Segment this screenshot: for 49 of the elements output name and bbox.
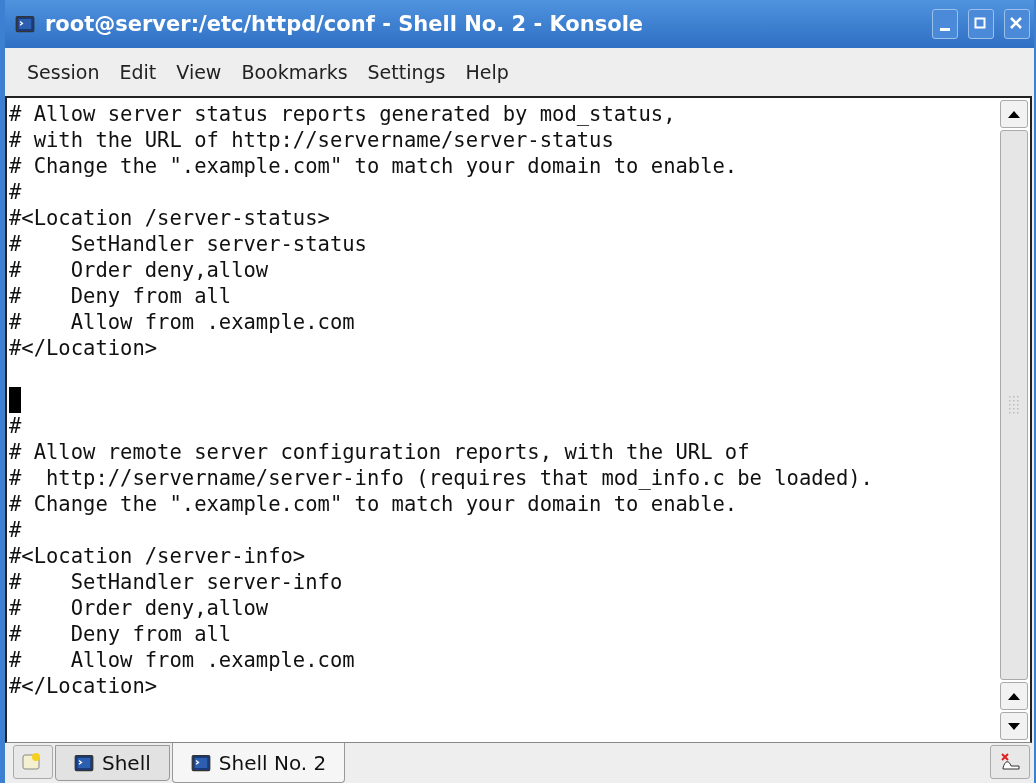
down-arrow-icon	[1008, 722, 1020, 730]
terminal-line: # SetHandler server-info	[9, 570, 343, 594]
close-button[interactable]	[1004, 9, 1030, 39]
terminal-line: # Allow remote server configuration reports, with the URL of	[9, 440, 750, 464]
scroll-down-button[interactable]	[1000, 712, 1028, 740]
menu-item[interactable]: View	[168, 57, 230, 87]
terminal-line: #	[9, 180, 22, 204]
close-icon	[1010, 17, 1024, 31]
scroll-up-button[interactable]	[1000, 100, 1028, 128]
tab[interactable]: Shell	[55, 745, 170, 781]
terminal-line: # Deny from all	[9, 622, 232, 646]
terminal-line: #	[9, 414, 22, 438]
window-title: root@server:/etc/httpd/conf - Shell No. 2 - Konsole	[45, 12, 645, 36]
terminal-line: # Allow server status reports generated by mod_status,	[9, 102, 676, 126]
terminal-line: # http://servername/server-info (requires that mod_info.c be loaded).	[9, 466, 873, 490]
maximize-button[interactable]	[968, 9, 994, 39]
up-arrow-icon	[1008, 692, 1020, 700]
menu-item[interactable]: Help	[457, 57, 517, 87]
terminal-line: # Order deny,allow	[9, 596, 269, 620]
menu-item[interactable]: Edit	[111, 57, 165, 87]
terminal-line: # with the URL of http://servername/server-status	[9, 128, 614, 152]
menu-item[interactable]: Settings	[359, 57, 454, 87]
scroll-up-button[interactable]	[1000, 682, 1028, 710]
text-cursor	[9, 387, 21, 413]
terminal-line: #</Location>	[9, 674, 158, 698]
terminal-line: # Change the ".example.com" to match your domain to enable.	[9, 492, 738, 516]
terminal-line: # Deny from all	[9, 284, 232, 308]
close-tab-icon	[999, 752, 1021, 772]
close-tab-button[interactable]	[990, 745, 1030, 779]
minimize-icon	[940, 27, 950, 31]
terminal-line: # Change the ".example.com" to match your domain to enable.	[9, 154, 738, 178]
terminal-line: #<Location /server-info>	[9, 544, 306, 568]
up-arrow-icon	[1008, 110, 1020, 118]
terminal-line: # Allow from .example.com	[9, 310, 355, 334]
terminal-icon	[190, 752, 211, 773]
terminal-line: # SetHandler server-status	[9, 232, 367, 256]
scrollbar-thumb[interactable]	[1000, 130, 1028, 680]
maximize-icon	[974, 17, 988, 31]
terminal-line: #	[9, 518, 22, 542]
terminal-icon	[74, 753, 94, 773]
terminal-line: # Allow from .example.com	[9, 648, 355, 672]
terminal-line: # Order deny,allow	[9, 258, 269, 282]
terminal-icon	[15, 14, 35, 34]
terminal-line: #</Location>	[9, 336, 158, 360]
menu-item[interactable]: Session	[19, 57, 108, 87]
minimize-button[interactable]	[932, 9, 958, 39]
menu-item[interactable]: Bookmarks	[233, 57, 356, 87]
tab[interactable]: Shell No. 2	[171, 743, 346, 783]
terminal-line: #<Location /server-status>	[9, 206, 330, 230]
